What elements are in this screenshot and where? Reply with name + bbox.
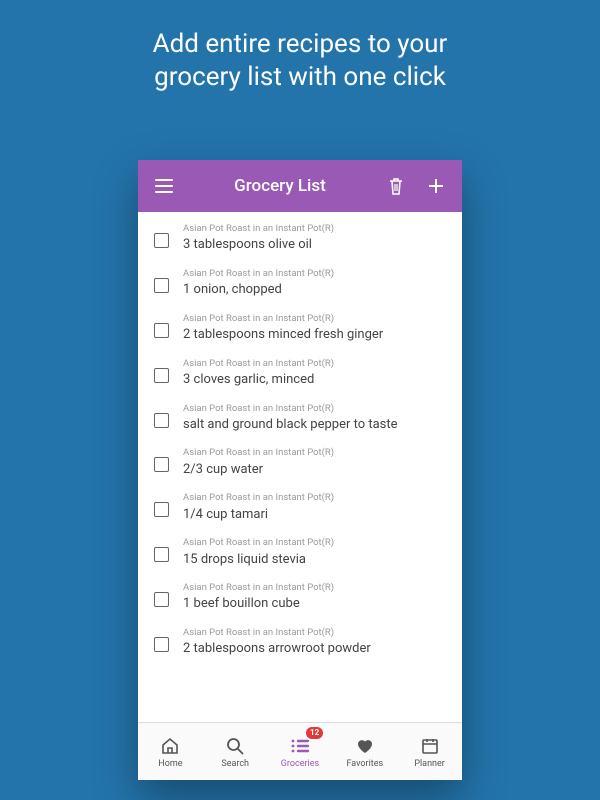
add-icon[interactable]	[424, 174, 448, 198]
list-item[interactable]: Asian Pot Roast in an Instant Pot(R) 1/4 …	[138, 485, 462, 530]
item-name: 2 tablespoons minced fresh ginger	[183, 326, 448, 344]
checkbox[interactable]	[154, 637, 169, 652]
item-source: Asian Pot Roast in an Instant Pot(R)	[183, 313, 448, 325]
heart-icon	[355, 735, 375, 757]
search-icon	[225, 735, 245, 757]
item-source: Asian Pot Roast in an Instant Pot(R)	[183, 537, 448, 549]
promo-headline: Add entire recipes to your grocery list …	[0, 28, 600, 93]
grocery-list: Asian Pot Roast in an Instant Pot(R)3 ta…	[138, 212, 462, 722]
tab-planner[interactable]: Planner	[397, 723, 462, 780]
list-item[interactable]: Asian Pot Roast in an Instant Pot(R) 2/3 …	[138, 440, 462, 485]
item-text: Asian Pot Roast in an Instant Pot(R)2 ta…	[183, 627, 448, 658]
list-item[interactable]: Asian Pot Roast in an Instant Pot(R)2 ta…	[138, 620, 462, 665]
item-text: Asian Pot Roast in an Instant Pot(R) 1/4 …	[183, 492, 448, 523]
item-name: 2 tablespoons arrowroot powder	[183, 640, 448, 658]
item-source: Asian Pot Roast in an Instant Pot(R)	[183, 582, 448, 594]
list-item[interactable]: Asian Pot Roast in an Instant Pot(R)1 on…	[138, 261, 462, 306]
tab-favorites[interactable]: Favorites	[332, 723, 397, 780]
list-item[interactable]: Asian Pot Roast in an Instant Pot(R) 15 d…	[138, 530, 462, 575]
checkbox[interactable]	[154, 233, 169, 248]
item-name: 15 drops liquid stevia	[183, 551, 448, 569]
item-source: Asian Pot Roast in an Instant Pot(R)	[183, 492, 448, 504]
item-name: 2/3 cup water	[183, 461, 448, 479]
item-source: Asian Pot Roast in an Instant Pot(R)	[183, 358, 448, 370]
trash-icon[interactable]	[384, 174, 408, 198]
item-name: 1 beef bouillon cube	[183, 595, 448, 613]
item-text: Asian Pot Roast in an Instant Pot(R)3 ta…	[183, 223, 448, 254]
item-source: Asian Pot Roast in an Instant Pot(R)	[183, 627, 448, 639]
item-name: salt and ground black pepper to taste	[183, 416, 448, 434]
list-item[interactable]: Asian Pot Roast in an Instant Pot(R)2 ta…	[138, 306, 462, 351]
item-text: Asian Pot Roast in an Instant Pot(R) 15 d…	[183, 537, 448, 568]
home-icon	[160, 735, 180, 757]
tab-label: Groceries	[281, 759, 319, 769]
item-source: Asian Pot Roast in an Instant Pot(R)	[183, 447, 448, 459]
checkbox[interactable]	[154, 547, 169, 562]
page-title: Grocery List	[176, 176, 384, 196]
item-source: Asian Pot Roast in an Instant Pot(R)	[183, 223, 448, 235]
tab-search[interactable]: Search	[203, 723, 268, 780]
item-text: Asian Pot Roast in an Instant Pot(R)1 on…	[183, 268, 448, 299]
checkbox[interactable]	[154, 278, 169, 293]
item-name: 1 onion, chopped	[183, 281, 448, 299]
item-source: Asian Pot Roast in an Instant Pot(R)	[183, 268, 448, 280]
item-source: Asian Pot Roast in an Instant Pot(R)	[183, 403, 448, 415]
item-text: Asian Pot Roast in an Instant Pot(R)2 ta…	[183, 313, 448, 344]
checkbox[interactable]	[154, 502, 169, 517]
item-name: 1/4 cup tamari	[183, 506, 448, 524]
item-name: 3 cloves garlic, minced	[183, 371, 448, 389]
tab-label: Favorites	[346, 759, 383, 769]
list-item[interactable]: Asian Pot Roast in an Instant Pot(R)3 ta…	[138, 216, 462, 261]
list-item[interactable]: Asian Pot Roast in an Instant Pot(R)salt…	[138, 396, 462, 441]
menu-icon[interactable]	[152, 174, 176, 198]
tab-label: Home	[158, 759, 182, 769]
item-name: 3 tablespoons olive oil	[183, 236, 448, 254]
promo-line-2: grocery list with one click	[154, 62, 446, 92]
item-text: Asian Pot Roast in an Instant Pot(R)salt…	[183, 403, 448, 434]
bottom-nav: Home Search 12 Groceries Favorites	[138, 722, 462, 780]
calendar-icon	[420, 735, 440, 757]
app-bar: Grocery List	[138, 160, 462, 212]
groceries-badge: 12	[306, 727, 323, 739]
promo-line-1: Add entire recipes to your	[153, 29, 448, 59]
checkbox[interactable]	[154, 413, 169, 428]
tab-label: Search	[221, 759, 249, 769]
item-text: Asian Pot Roast in an Instant Pot(R) 2/3 …	[183, 447, 448, 478]
list-item[interactable]: Asian Pot Roast in an Instant Pot(R)1 be…	[138, 575, 462, 620]
tab-label: Planner	[414, 759, 445, 769]
list-item[interactable]: Asian Pot Roast in an Instant Pot(R)3 cl…	[138, 351, 462, 396]
tab-home[interactable]: Home	[138, 723, 203, 780]
checkbox[interactable]	[154, 323, 169, 338]
item-text: Asian Pot Roast in an Instant Pot(R)1 be…	[183, 582, 448, 613]
phone-frame: Grocery List Asian Pot Roast in an Insta…	[138, 160, 462, 780]
item-text: Asian Pot Roast in an Instant Pot(R)3 cl…	[183, 358, 448, 389]
checkbox[interactable]	[154, 457, 169, 472]
checkbox[interactable]	[154, 368, 169, 383]
checkbox[interactable]	[154, 592, 169, 607]
tab-groceries[interactable]: 12 Groceries	[268, 723, 333, 780]
